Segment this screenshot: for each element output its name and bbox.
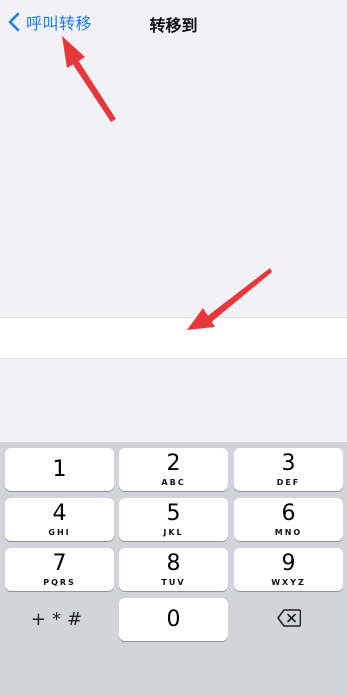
key-8[interactable]: 8 TUV	[119, 548, 228, 591]
key-letters: PQRS	[43, 577, 76, 587]
key-letters: TUV	[161, 577, 186, 587]
key-letters: ABC	[161, 477, 186, 487]
key-digit: 8	[166, 550, 181, 576]
key-4[interactable]: 4 GHI	[5, 498, 114, 541]
key-0[interactable]: 0	[119, 598, 228, 641]
delete-key[interactable]	[234, 598, 343, 641]
numeric-keypad: 1 2 ABC 3 DEF 4 GHI 5 JKL 6 MNO 7 PQRS 8…	[0, 442, 347, 696]
navigation-bar: 呼叫转移 转移到	[0, 0, 347, 44]
key-digit: 9	[281, 550, 296, 576]
key-letters: JKL	[163, 527, 184, 537]
backspace-icon	[276, 608, 301, 631]
key-5[interactable]: 5 JKL	[119, 498, 228, 541]
key-7[interactable]: 7 PQRS	[5, 548, 114, 591]
arrow-to-back-button	[62, 36, 116, 122]
key-9[interactable]: 9 WXYZ	[234, 548, 343, 591]
key-digit: 0	[166, 606, 181, 632]
key-letters: GHI	[48, 527, 71, 537]
key-digit: 4	[52, 500, 67, 526]
key-digit: 7	[52, 550, 67, 576]
key-6[interactable]: 6 MNO	[234, 498, 343, 541]
key-letters: DEF	[276, 477, 301, 487]
key-1[interactable]: 1	[5, 448, 114, 491]
key-digit: 6	[281, 500, 296, 526]
key-3[interactable]: 3 DEF	[234, 448, 343, 491]
key-letters: MNO	[274, 527, 303, 537]
symbols-label: +*#	[30, 609, 89, 630]
key-digit: 1	[52, 456, 67, 482]
page-title: 转移到	[149, 16, 198, 35]
phone-number-input[interactable]	[0, 318, 347, 358]
key-2[interactable]: 2 ABC	[119, 448, 228, 491]
key-letters: WXYZ	[271, 577, 306, 587]
key-digit: 5	[166, 500, 181, 526]
key-digit: 2	[166, 450, 181, 476]
symbols-key[interactable]: +*#	[5, 598, 114, 641]
forward-number-field[interactable]	[0, 317, 347, 359]
key-digit: 3	[281, 450, 296, 476]
